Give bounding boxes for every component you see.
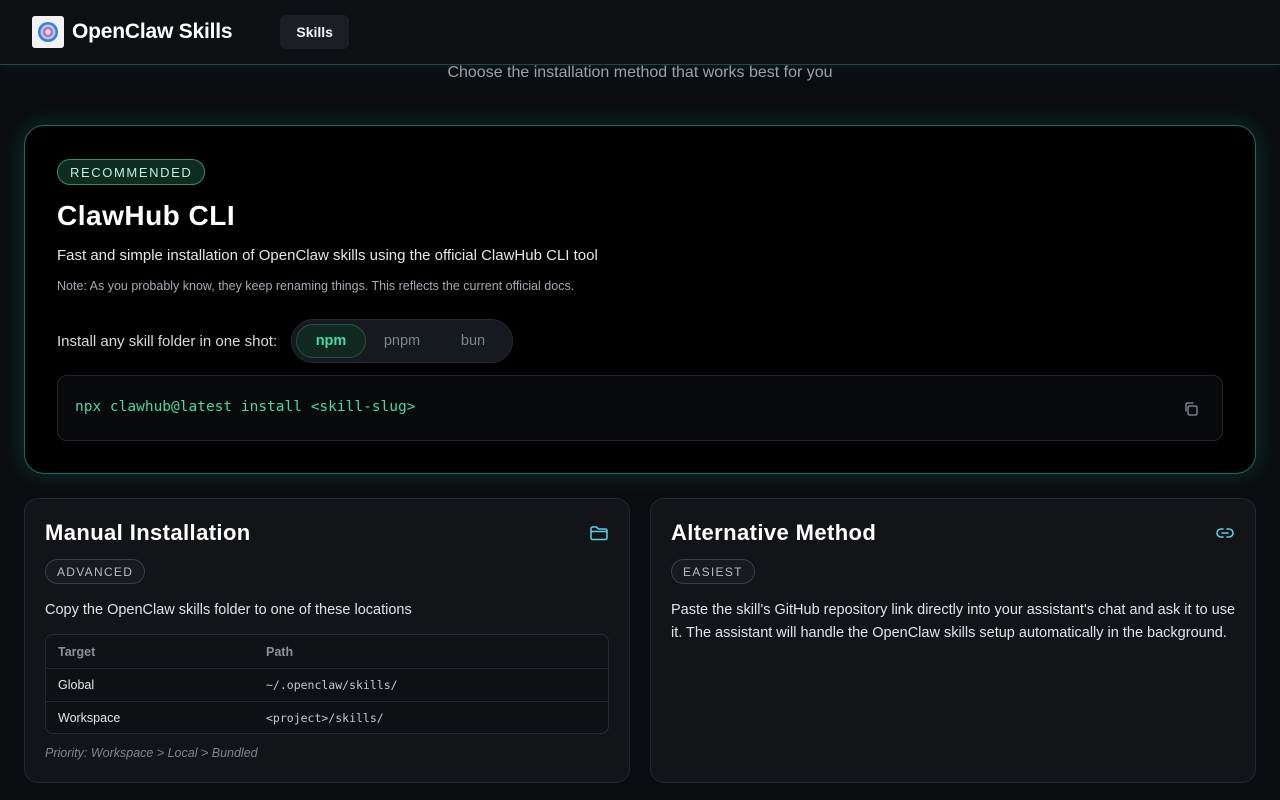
priority-note: Priority: Workspace > Local > Bundled bbox=[45, 746, 258, 760]
alternative-method-card: Alternative Method EASIEST Paste the ski… bbox=[650, 498, 1256, 783]
table-header-target: Target bbox=[58, 644, 96, 659]
manual-installation-description: Copy the OpenClaw skills folder to one o… bbox=[45, 602, 412, 618]
table-cell-target: Workspace bbox=[58, 711, 121, 725]
pm-option-pnpm[interactable]: pnpm bbox=[366, 324, 438, 358]
package-manager-toggle: npm pnpm bun bbox=[291, 319, 513, 363]
install-label: Install any skill folder in one shot: bbox=[57, 333, 278, 350]
table-header-row: Target Path bbox=[46, 635, 608, 668]
clawhub-cli-description: Fast and simple installation of OpenClaw… bbox=[57, 247, 598, 264]
manual-installation-card: Manual Installation ADVANCED Copy the Op… bbox=[24, 498, 630, 783]
pm-option-npm[interactable]: npm bbox=[296, 324, 366, 358]
table-row: Global ~/.openclaw/skills/ bbox=[46, 668, 608, 701]
clawhub-cli-title: ClawHub CLI bbox=[57, 200, 236, 231]
manual-installation-title: Manual Installation bbox=[45, 520, 251, 545]
table-cell-path: ~/.openclaw/skills/ bbox=[266, 678, 398, 692]
locations-table: Target Path Global ~/.openclaw/skills/ W… bbox=[45, 634, 609, 734]
advanced-badge: ADVANCED bbox=[45, 559, 146, 584]
folder-icon bbox=[590, 526, 608, 541]
install-command[interactable]: npx clawhub@latest install <skill-slug> bbox=[75, 399, 415, 415]
command-box: npx clawhub@latest install <skill-slug> bbox=[57, 375, 1223, 441]
logo-icon[interactable] bbox=[32, 16, 64, 48]
page-subtitle: Choose the installation method that work… bbox=[447, 64, 833, 81]
easiest-badge: EASIEST bbox=[671, 559, 755, 584]
brand-name[interactable]: OpenClaw Skills bbox=[72, 20, 233, 44]
top-navbar: OpenClaw Skills Skills bbox=[0, 0, 1280, 65]
copy-button[interactable] bbox=[1180, 398, 1202, 420]
nav-skills-button[interactable]: Skills bbox=[280, 15, 349, 49]
page: OpenClaw Skills Skills Choose the instal… bbox=[0, 0, 1280, 800]
table-header-path: Path bbox=[266, 644, 294, 659]
alternative-method-title: Alternative Method bbox=[671, 520, 877, 545]
table-cell-target: Global bbox=[58, 678, 95, 692]
link-icon bbox=[1216, 528, 1234, 538]
recommended-card: RECOMMENDED ClawHub CLI Fast and simple … bbox=[24, 125, 1256, 474]
clawhub-cli-note: Note: As you probably know, they keep re… bbox=[57, 279, 575, 293]
alternative-method-description: Paste the skill's GitHub repository link… bbox=[671, 602, 1236, 641]
table-cell-path: <project>/skills/ bbox=[266, 711, 384, 725]
table-row: Workspace <project>/skills/ bbox=[46, 701, 608, 733]
pm-option-bun[interactable]: bun bbox=[438, 324, 508, 358]
recommended-badge: RECOMMENDED bbox=[57, 159, 206, 185]
copy-icon bbox=[1185, 402, 1198, 416]
